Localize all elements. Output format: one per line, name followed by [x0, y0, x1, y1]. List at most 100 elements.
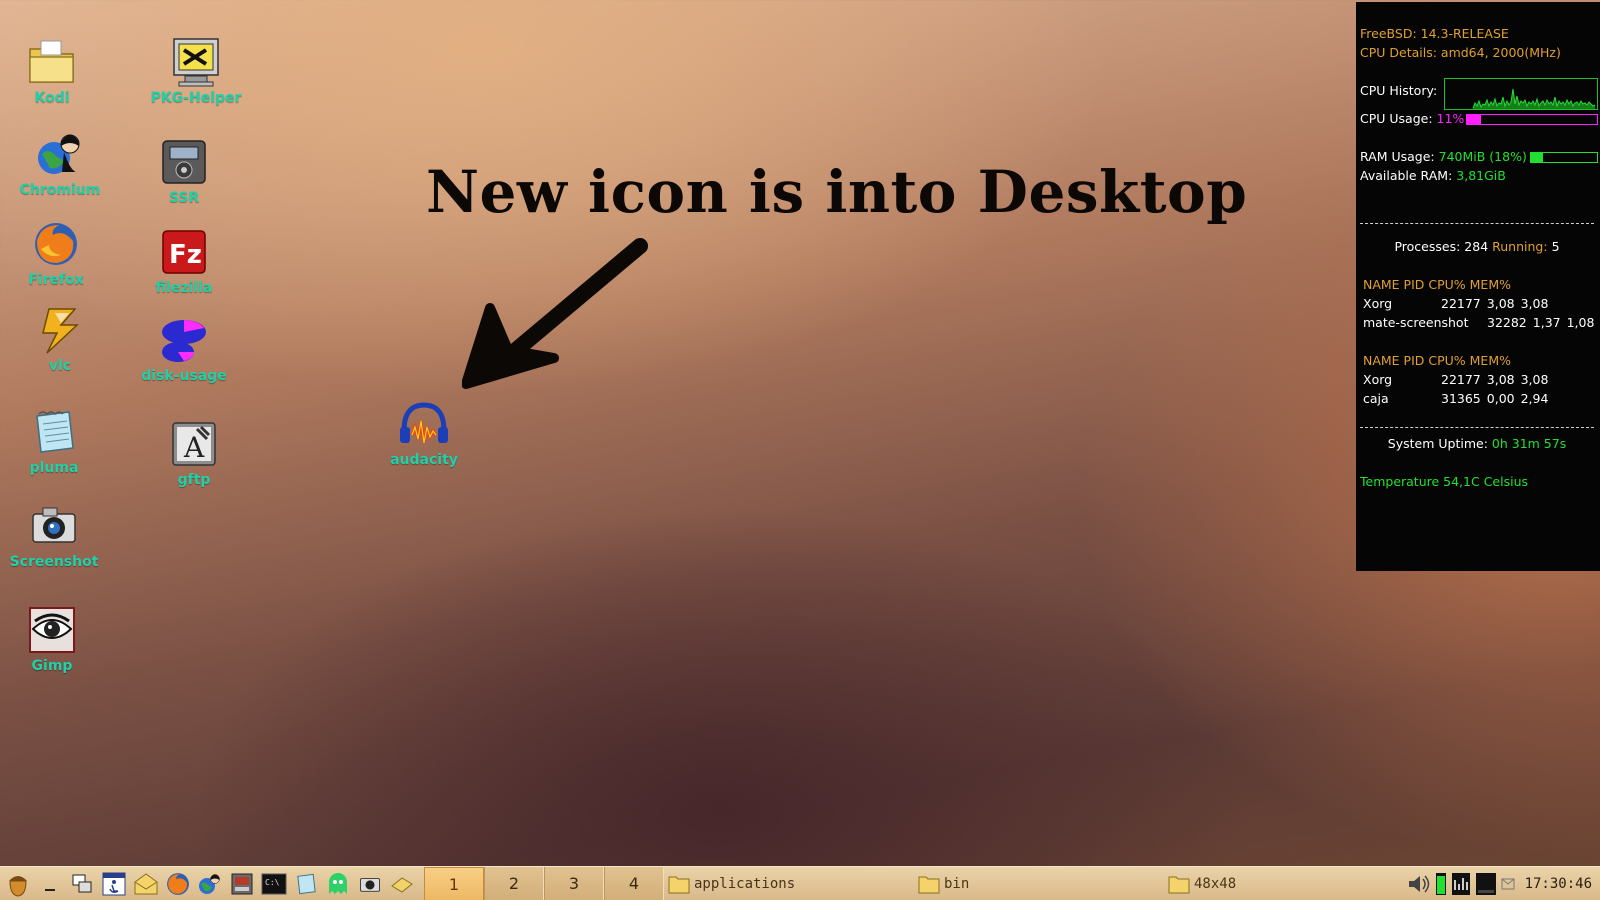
task-label: applications: [694, 875, 796, 892]
process-row: caja 31365 0,00 2,94: [1360, 389, 1594, 408]
eraser-icon[interactable]: [388, 869, 416, 899]
mail-icon[interactable]: [132, 869, 160, 899]
pluma-icon[interactable]: [292, 869, 320, 899]
cpu-history-row: CPU History:: [1360, 78, 1598, 110]
task-applications[interactable]: applications: [664, 867, 914, 900]
firefox-icon: [30, 218, 82, 270]
desktop-icon-label: Chromium: [19, 182, 101, 198]
network-meter-icon: [1475, 873, 1496, 895]
cpu-table-header: NAME PID CPU% MEM%: [1363, 277, 1511, 292]
recorder-icon: [158, 136, 210, 188]
uptime-value: 0h 31m 57s: [1491, 436, 1567, 451]
camera-icon[interactable]: [356, 869, 384, 899]
desktop-icon-label: PKG-Helper: [150, 90, 242, 106]
desktop-icon-filezilla[interactable]: Fz filezilla: [134, 226, 234, 296]
available-ram-value: 3,81GiB: [1456, 168, 1506, 183]
separator: [1360, 427, 1594, 428]
available-ram-row: Available RAM: 3,81GiB: [1360, 166, 1594, 185]
acorn-icon[interactable]: [4, 869, 32, 899]
desktop-icon-label: Kodi: [34, 90, 70, 106]
system-monitor-panel: FreeBSD: 14.3-RELEASE CPU Details: amd64…: [1356, 2, 1600, 571]
process-row: Xorg 22177 3,08 3,08: [1360, 294, 1594, 313]
workspace-pager: 1234: [424, 866, 664, 900]
mem-table-header: NAME PID CPU% MEM%: [1363, 353, 1511, 368]
desktop-icon-disk-usage[interactable]: disk-usage: [134, 314, 234, 384]
desktop-icon-gftp[interactable]: A gftp: [144, 418, 244, 488]
task-48x48[interactable]: 48x48: [1164, 867, 1404, 900]
process-row: mate-screenshot 32282 1,37 1,08: [1360, 313, 1594, 332]
firefox-icon[interactable]: [164, 869, 192, 899]
process-pid: 31365: [1441, 391, 1481, 406]
desktop-icon-label: gftp: [177, 472, 211, 488]
folder-icon: [26, 36, 78, 88]
speaker-icon[interactable]: [1407, 873, 1431, 895]
task-label: 48x48: [1194, 875, 1237, 892]
workspace-1[interactable]: 1: [424, 866, 484, 900]
workspace-3[interactable]: 3: [544, 866, 604, 900]
desktop-icon-pkg-helper[interactable]: PKG-Helper: [146, 36, 246, 106]
cpu-process-table: Xorg 22177 3,08 3,08 mate-screenshot 32282 1,3…: [1360, 294, 1594, 332]
cpu-history-graph: [1444, 78, 1598, 110]
desktop-icon-label: pluma: [29, 460, 79, 476]
desktop-icon-label: Firefox: [28, 272, 84, 288]
process-mem: 1,08: [1566, 315, 1595, 330]
chromium-icon[interactable]: [196, 869, 224, 899]
accessibility-icon[interactable]: [100, 869, 128, 899]
annotation-text: New icon is into Desktop: [426, 158, 1248, 226]
process-name: Xorg: [1363, 296, 1393, 311]
process-cpu: 3,08: [1486, 372, 1515, 387]
process-name: mate-screenshot: [1363, 315, 1469, 330]
workspace-2[interactable]: 2: [484, 866, 544, 900]
desktop-icon-label: disk-usage: [141, 368, 227, 384]
pkg-tool-icon[interactable]: [228, 869, 256, 899]
processes-value: 284: [1464, 239, 1489, 254]
task-bin[interactable]: bin: [914, 867, 1164, 900]
svg-text:Fz: Fz: [169, 240, 202, 270]
desktop-icon-pluma[interactable]: pluma: [4, 406, 104, 476]
uptime-label: System Uptime:: [1387, 436, 1488, 451]
globe-icon: [34, 128, 86, 180]
separator: [1360, 223, 1594, 224]
cpu-usage-bar: [1466, 114, 1598, 125]
desktop-icon-kodi[interactable]: Kodi: [2, 36, 102, 106]
monitor-tools-icon: [170, 36, 222, 88]
process-mem: 3,08: [1520, 372, 1549, 387]
desktop-icon-label: vlc: [48, 358, 72, 374]
desktop-icon-firefox[interactable]: Firefox: [6, 218, 106, 288]
window-list-icon[interactable]: [68, 869, 96, 899]
process-cpu: 0,00: [1486, 391, 1515, 406]
desktop-icon-audacity[interactable]: audacity: [374, 398, 474, 468]
ram-usage-row: RAM Usage: 740MiB (18%): [1360, 147, 1598, 166]
ghost-icon[interactable]: [324, 869, 352, 899]
desktop-icon-chromium[interactable]: Chromium: [10, 128, 110, 198]
vlc-icon: [34, 304, 86, 356]
pie-chart-icon: [158, 314, 210, 366]
folder-icon: [668, 876, 690, 893]
svg-text:A: A: [183, 431, 205, 464]
process-row: Xorg 22177 3,08 3,08: [1360, 370, 1594, 389]
process-name: Xorg: [1363, 372, 1393, 387]
clock[interactable]: 17:30:46: [1525, 876, 1592, 892]
process-cpu: 3,08: [1486, 296, 1515, 311]
desktop-icon-label: Gimp: [31, 658, 73, 674]
desktop-icon-vlc[interactable]: vlc: [10, 304, 110, 374]
os-version: FreeBSD: 14.3-RELEASE: [1360, 26, 1509, 41]
temperature: Temperature 54,1C Celsius: [1360, 474, 1528, 489]
desktop-icon-ssr[interactable]: SSR: [134, 136, 234, 206]
desktop-icon-gimp[interactable]: Gimp: [2, 604, 102, 674]
processes-label: Processes:: [1394, 239, 1461, 254]
process-cpu: 1,37: [1532, 315, 1561, 330]
desktop-icon-screenshot[interactable]: Screenshot: [4, 500, 104, 570]
uptime-row: System Uptime: 0h 31m 57s: [1360, 434, 1594, 453]
cpu-history-label: CPU History:: [1360, 83, 1438, 98]
terminal-icon[interactable]: C:\: [260, 869, 288, 899]
ram-usage-bar: [1530, 152, 1598, 163]
minimize-icon[interactable]: [36, 869, 64, 899]
workspace-4[interactable]: 4: [604, 866, 664, 900]
desktop-icon-label: Screenshot: [9, 554, 99, 570]
desktop-icon-label: filezilla: [155, 280, 213, 296]
ram-usage-value: 740MiB (18%): [1438, 149, 1527, 164]
cpu-usage-value: 11%: [1436, 111, 1465, 126]
running-label: Running:: [1492, 239, 1548, 254]
mail-notify-icon[interactable]: [1501, 878, 1515, 890]
